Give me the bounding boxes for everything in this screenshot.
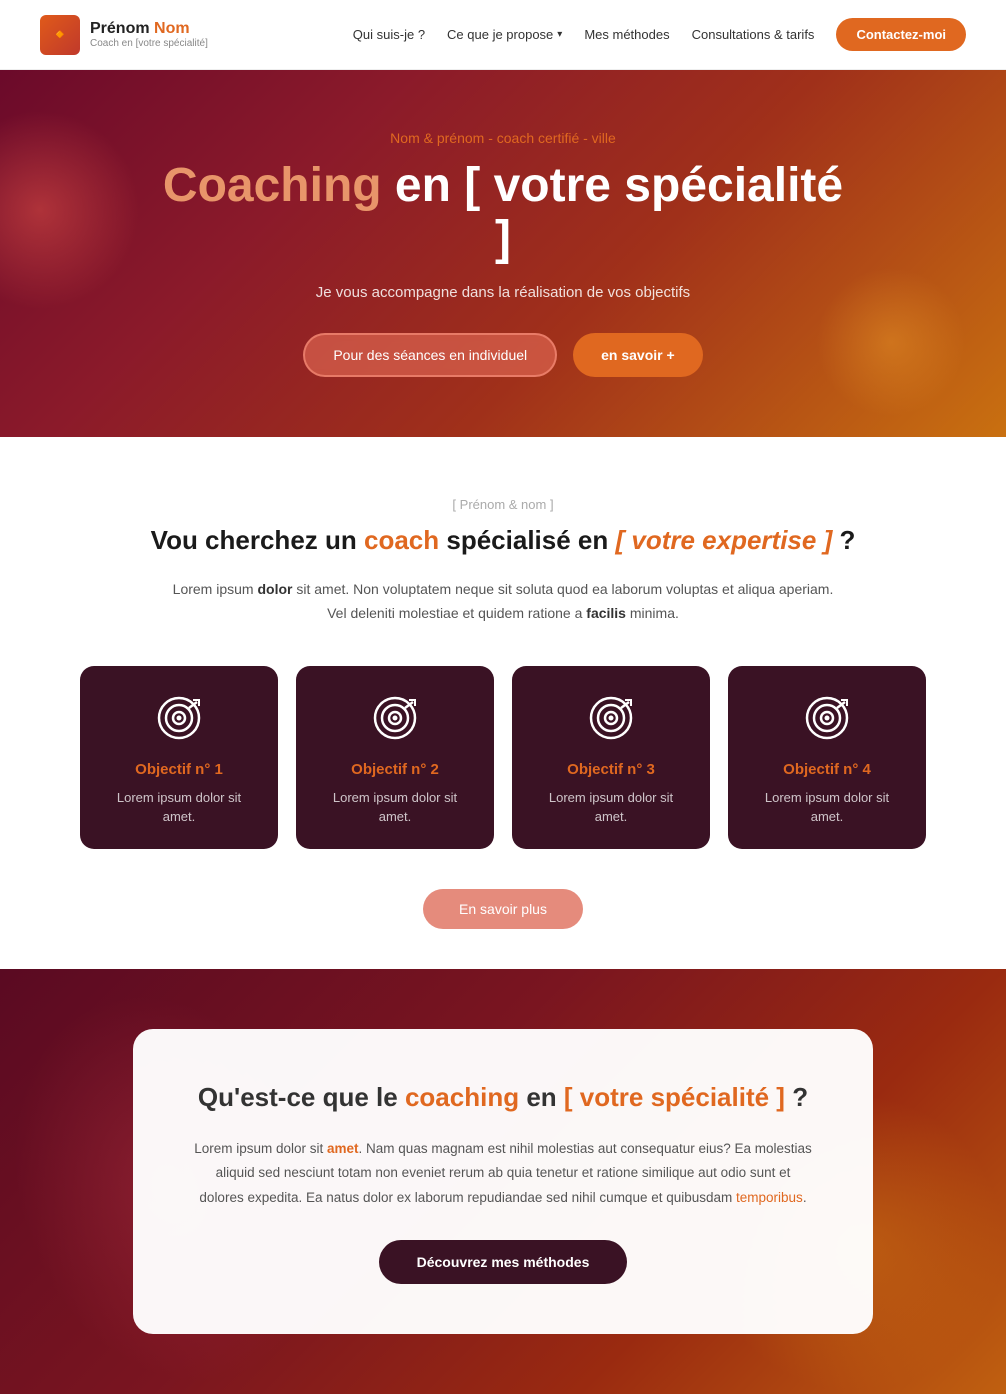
card-4-icon [748,694,906,747]
heading-expertise: [ votre expertise ] [615,525,832,555]
hero-btn-secondary[interactable]: en savoir + [573,333,703,377]
nav-link-about[interactable]: Qui suis-je ? [353,27,425,42]
decouvrez-btn[interactable]: Découvrez mes méthodes [379,1240,628,1284]
hero-buttons: Pour des séances en individuel en savoir… [153,333,853,377]
card-2-icon [316,694,474,747]
card-1: Objectif n° 1 Lorem ipsum dolor sit amet… [80,666,278,849]
coaching-card: Qu'est-ce que le coaching en [ votre spé… [133,1029,873,1334]
coaching-text-end: . [803,1190,807,1205]
nav-links: Qui suis-je ? Ce que je propose Mes méth… [353,18,966,51]
logo: 🔸 Prénom Nom Coach en [votre spécialité] [40,15,208,55]
logo-subtitle: Coach en [votre spécialité] [90,38,208,50]
logo-icon: 🔸 [40,15,80,55]
hero-btn-primary[interactable]: Pour des séances en individuel [303,333,557,377]
logo-firstname: Prénom [90,20,150,37]
hero-glow-left [0,110,140,310]
card-1-text: Lorem ipsum dolor sit amet. [100,788,258,827]
coaching-card-title: Qu'est-ce que le coaching en [ votre spé… [193,1079,813,1115]
logo-text: Prénom Nom Coach en [votre spécialité] [90,19,208,50]
heading-coach: coach [364,525,439,555]
card-1-title: Objectif n° 1 [100,761,258,778]
contact-button[interactable]: Contactez-moi [836,18,966,51]
about-section: [ Prénom & nom ] Vou cherchez un coach s… [0,437,1006,969]
coaching-title-end: ? [785,1082,808,1112]
card-2-text: Lorem ipsum dolor sit amet. [316,788,474,827]
section-heading: Vou cherchez un coach spécialisé en [ vo… [80,522,926,558]
logo-lastname: Nom [154,20,190,37]
nav-link-consultations[interactable]: Consultations & tarifs [692,27,815,42]
coaching-section: Qu'est-ce que le coaching en [ votre spé… [0,969,1006,1394]
card-3-title: Objectif n° 3 [532,761,690,778]
heading-part1: Vou cherchez un [151,525,364,555]
coaching-title-bracket: [ votre spécialité ] [564,1082,785,1112]
card-2: Objectif n° 2 Lorem ipsum dolor sit amet… [296,666,494,849]
card-2-title: Objectif n° 2 [316,761,474,778]
card-3: Objectif n° 3 Lorem ipsum dolor sit amet… [512,666,710,849]
en-savoir-btn[interactable]: En savoir plus [423,889,583,929]
hero-subtitle: Nom & prénom - coach certifié - ville [153,130,853,146]
cards-grid: Objectif n° 1 Lorem ipsum dolor sit amet… [80,666,926,849]
card-4-title: Objectif n° 4 [748,761,906,778]
hero-title: Coaching en [ votre spécialité ] [153,160,853,266]
coaching-title-part1: Qu'est-ce que le [198,1082,405,1112]
heading-part2: spécialisé en [439,525,615,555]
card-3-text: Lorem ipsum dolor sit amet. [532,788,690,827]
coaching-text-before-amet: Lorem ipsum dolor sit [194,1141,327,1156]
section-description: Lorem ipsum dolor sit amet. Non voluptat… [163,578,843,626]
coaching-temporibus: temporibus [736,1190,803,1205]
hero-section: Nom & prénom - coach certifié - ville Co… [0,70,1006,437]
coaching-amet: amet [327,1141,359,1156]
coaching-title-coaching: coaching [405,1082,519,1112]
nav-link-methods[interactable]: Mes méthodes [584,27,669,42]
hero-title-coaching: Coaching [163,159,382,212]
navbar: 🔸 Prénom Nom Coach en [votre spécialité]… [0,0,1006,70]
card-4-text: Lorem ipsum dolor sit amet. [748,788,906,827]
nav-dropdown-offer[interactable]: Ce que je propose [447,27,562,42]
heading-end: ? [832,525,855,555]
card-1-icon [100,694,258,747]
card-4: Objectif n° 4 Lorem ipsum dolor sit amet… [728,666,926,849]
section-tag: [ Prénom & nom ] [80,497,926,512]
hero-description: Je vous accompagne dans la réalisation d… [153,284,853,301]
logo-name: Prénom Nom [90,19,208,38]
hero-content: Nom & prénom - coach certifié - ville Co… [153,130,853,377]
hero-title-rest: en [ votre spécialité ] [382,159,844,265]
coaching-title-part2: en [519,1082,564,1112]
coaching-card-text: Lorem ipsum dolor sit amet. Nam quas mag… [193,1137,813,1210]
card-3-icon [532,694,690,747]
en-savoir-wrapper: En savoir plus [80,889,926,929]
